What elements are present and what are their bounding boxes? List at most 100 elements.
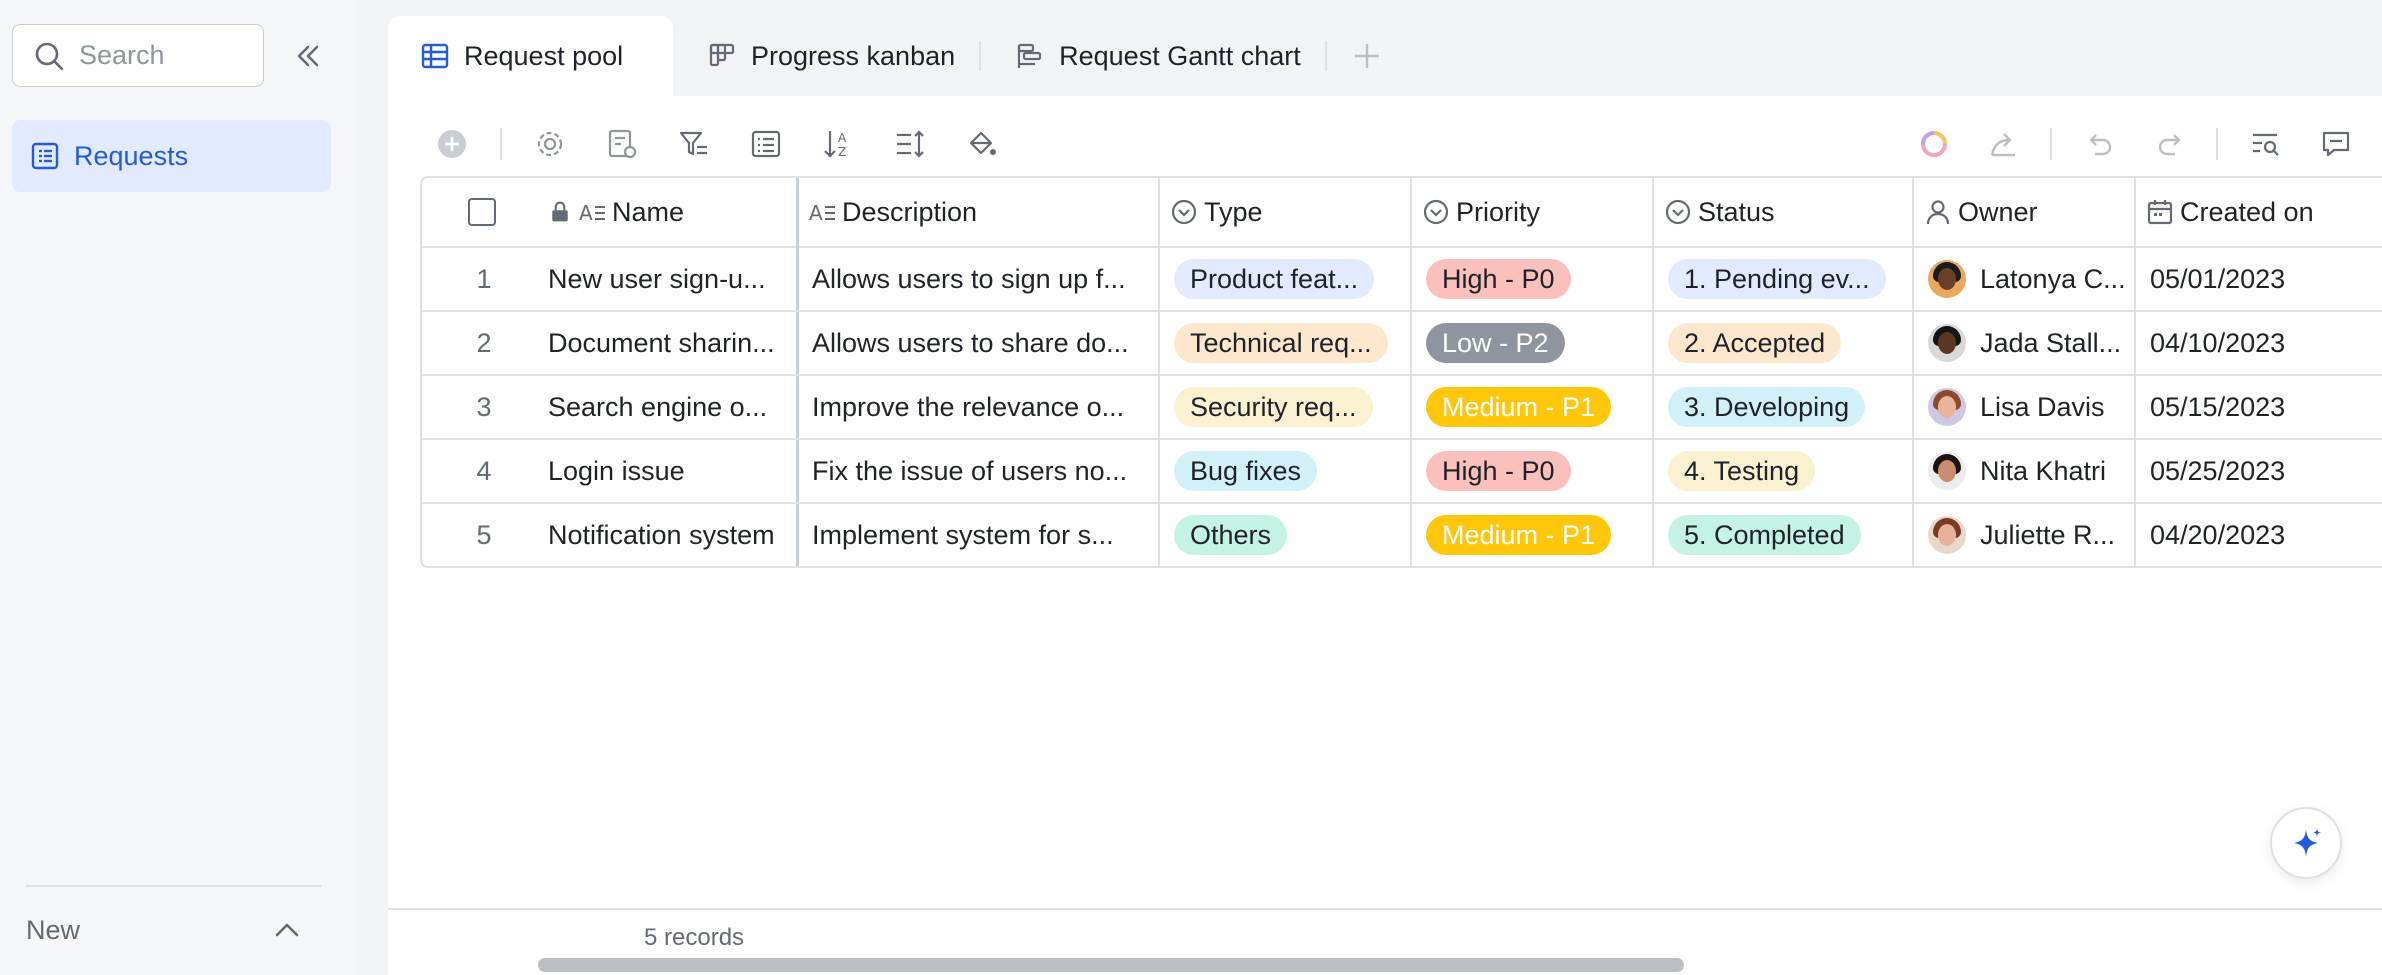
column-title: Status — [1698, 196, 1775, 227]
name-cell[interactable]: Login issue — [548, 440, 788, 502]
table-row[interactable]: 1 New user sign-u... Allows users to sign … — [422, 248, 2382, 312]
row-height-button[interactable] — [886, 120, 934, 168]
comments-button[interactable] — [2312, 120, 2360, 168]
single-select-icon — [1171, 199, 1197, 225]
table-row[interactable]: 2 Document sharin... Allows users to share… — [422, 312, 2382, 376]
description-cell[interactable]: Allows users to share do... — [812, 312, 1152, 374]
name-text: Document sharin... — [548, 327, 775, 358]
created-on-cell[interactable]: 04/10/2023 — [2150, 312, 2382, 374]
table-row[interactable]: 5 Notification system Implement system for… — [422, 504, 2382, 566]
search-input[interactable]: Search — [12, 24, 264, 87]
grid-header: A Name A Description Type Priority Statu… — [422, 178, 2382, 248]
plus-icon — [1354, 44, 1379, 68]
tab-progress-kanban[interactable]: Progress kanban — [673, 16, 979, 96]
add-record-button[interactable] — [428, 120, 476, 168]
description-cell[interactable]: Fix the issue of users no... — [812, 440, 1152, 502]
owner-cell[interactable]: Latonya C... — [1928, 248, 2132, 310]
share-button[interactable] — [1980, 120, 2028, 168]
type-tag: Technical req... — [1174, 323, 1388, 363]
row-number: 1 — [476, 263, 492, 294]
column-header-owner[interactable]: Owner — [1924, 178, 2134, 246]
text-field-icon: A — [809, 201, 835, 225]
table-row[interactable]: 3 Search engine o... Improve the relevance… — [422, 376, 2382, 440]
add-view-button[interactable] — [1327, 16, 1407, 96]
created-on-cell[interactable]: 05/25/2023 — [2150, 440, 2382, 502]
priority-cell[interactable]: Medium - P1 — [1426, 504, 1648, 566]
created-on-cell[interactable]: 05/01/2023 — [2150, 248, 2382, 310]
form-settings-button[interactable] — [598, 120, 646, 168]
name-cell[interactable]: Search engine o... — [548, 376, 788, 438]
row-number: 3 — [476, 391, 492, 422]
name-cell[interactable]: Document sharin... — [548, 312, 788, 374]
horizontal-scrollbar[interactable] — [538, 958, 1684, 972]
priority-cell[interactable]: Low - P2 — [1426, 312, 1648, 374]
new-section-toggle[interactable]: New — [26, 910, 302, 950]
column-header-type[interactable]: Type — [1170, 178, 1410, 246]
description-text: Improve the relevance o... — [812, 391, 1125, 422]
owner-cell[interactable]: Nita Khatri — [1928, 440, 2132, 502]
column-header-name[interactable]: A Name — [548, 178, 778, 246]
tab-request-pool[interactable]: Request pool — [388, 16, 673, 96]
tab-label: Progress kanban — [751, 40, 956, 71]
type-cell[interactable]: Bug fixes — [1174, 440, 1406, 502]
status-cell[interactable]: 4. Testing — [1668, 440, 1908, 502]
type-cell[interactable]: Others — [1174, 504, 1406, 566]
undo-button[interactable] — [2076, 120, 2124, 168]
description-text: Allows users to sign up f... — [812, 263, 1126, 294]
column-header-status[interactable]: Status — [1664, 178, 1914, 246]
collapse-sidebar-button[interactable] — [290, 38, 326, 74]
sort-button[interactable]: A Z — [814, 120, 862, 168]
type-cell[interactable]: Technical req... — [1174, 312, 1406, 374]
table-row[interactable]: 4 Login issue Fix the issue of users no...… — [422, 440, 2382, 504]
toolbar-separator — [2216, 128, 2218, 160]
priority-cell[interactable]: High - P0 — [1426, 248, 1648, 310]
description-cell[interactable]: Improve the relevance o... — [812, 376, 1152, 438]
fill-color-button[interactable] — [958, 120, 1006, 168]
toolbar-right — [1910, 120, 2360, 168]
filter-icon — [679, 131, 707, 156]
status-cell[interactable]: 1. Pending ev... — [1668, 248, 1908, 310]
name-text: Notification system — [548, 519, 775, 550]
status-cell[interactable]: 3. Developing — [1668, 376, 1908, 438]
column-title: Owner — [1958, 196, 2038, 227]
name-cell[interactable]: New user sign-u... — [548, 248, 788, 310]
type-cell[interactable]: Product feat... — [1174, 248, 1406, 310]
ai-ring-icon — [1921, 131, 1947, 157]
priority-cell[interactable]: High - P0 — [1426, 440, 1648, 502]
sidebar: Search Requests New — [0, 0, 356, 975]
sidebar-item-requests[interactable]: Requests — [12, 120, 331, 192]
created-on-cell[interactable]: 04/20/2023 — [2150, 504, 2382, 566]
filter-button[interactable] — [670, 120, 718, 168]
redo-button[interactable] — [2146, 120, 2194, 168]
column-title: Created on — [2180, 196, 2314, 227]
priority-tag: High - P0 — [1426, 451, 1571, 491]
avatar — [1928, 516, 1966, 554]
ai-assistant-button[interactable] — [1910, 120, 1958, 168]
created-on-cell[interactable]: 05/15/2023 — [2150, 376, 2382, 438]
column-title: Description — [842, 196, 978, 227]
tab-request-gantt-chart[interactable]: Request Gantt chart — [981, 16, 1325, 96]
description-text: Allows users to share do... — [812, 327, 1129, 358]
name-cell[interactable]: Notification system — [548, 504, 788, 566]
owner-cell[interactable]: Jada Stall... — [1928, 312, 2132, 374]
priority-cell[interactable]: Medium - P1 — [1426, 376, 1648, 438]
status-cell[interactable]: 2. Accepted — [1668, 312, 1908, 374]
status-tag: 5. Completed — [1668, 515, 1861, 555]
group-button[interactable] — [742, 120, 790, 168]
owner-cell[interactable]: Lisa Davis — [1928, 376, 2132, 438]
column-header-priority[interactable]: Priority — [1422, 178, 1652, 246]
status-cell[interactable]: 5. Completed — [1668, 504, 1908, 566]
paint-bucket-icon — [969, 131, 996, 155]
description-cell[interactable]: Implement system for s... — [812, 504, 1152, 566]
column-header-description[interactable]: A Description — [808, 178, 1148, 246]
settings-button[interactable] — [526, 120, 574, 168]
ai-sparkle-button[interactable] — [2270, 807, 2342, 879]
column-header-created-on[interactable]: Created on — [2146, 178, 2382, 246]
share-icon — [1990, 133, 2015, 157]
description-text: Fix the issue of users no... — [812, 455, 1128, 486]
select-all-checkbox[interactable] — [468, 178, 500, 246]
description-cell[interactable]: Allows users to sign up f... — [812, 248, 1152, 310]
type-cell[interactable]: Security req... — [1174, 376, 1406, 438]
search-records-button[interactable] — [2242, 120, 2290, 168]
owner-cell[interactable]: Juliette R... — [1928, 504, 2132, 566]
